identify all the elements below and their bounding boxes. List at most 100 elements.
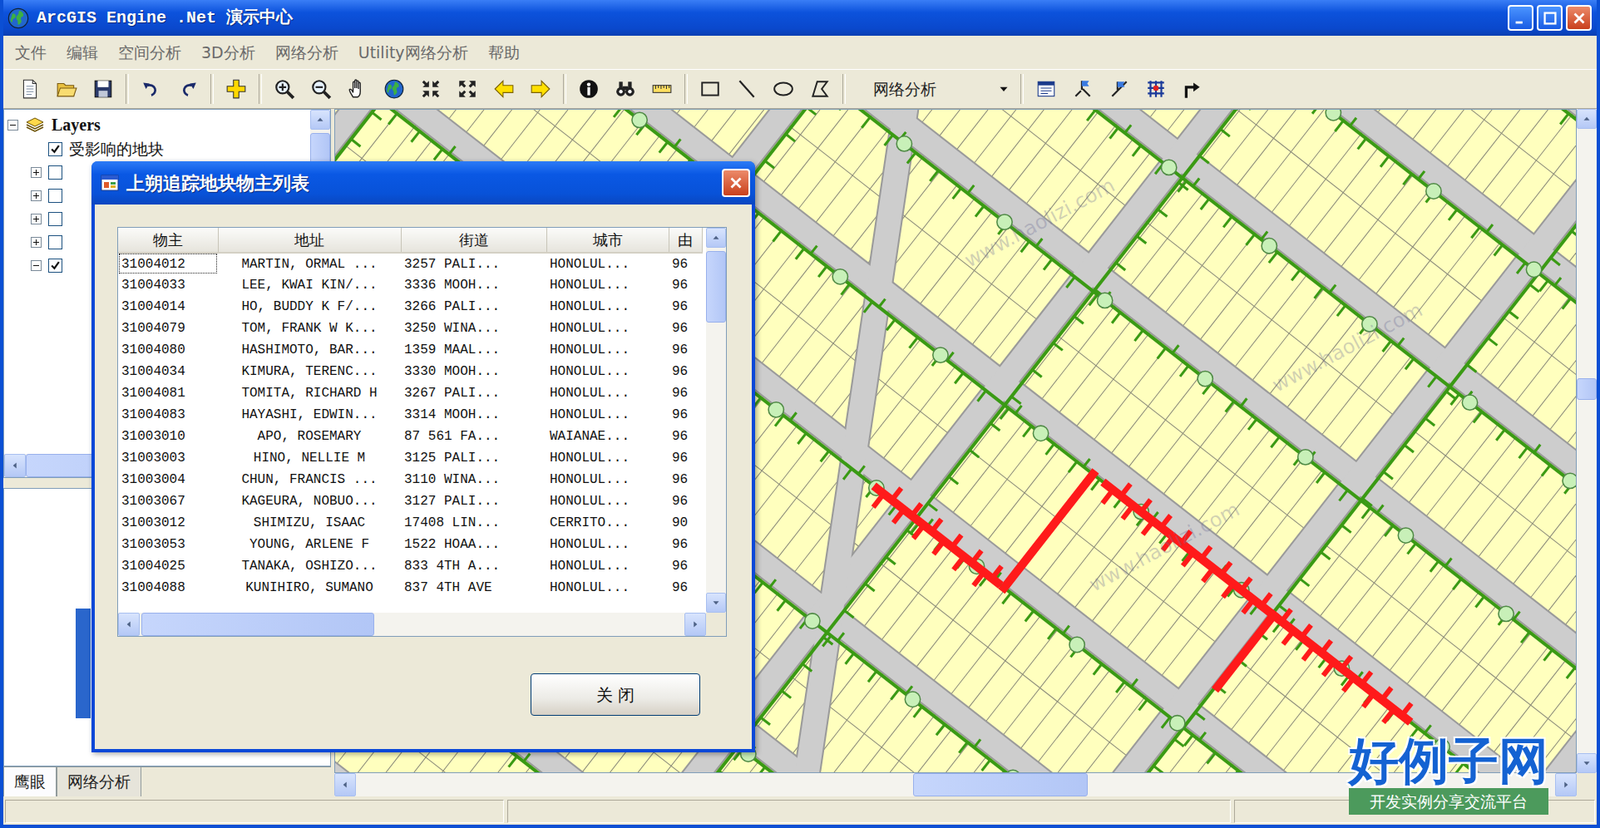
layer-checkbox[interactable] <box>48 212 63 227</box>
column-header[interactable]: 由 <box>668 227 702 253</box>
table-cell[interactable]: 90 <box>668 512 702 534</box>
table-cell[interactable]: CHUN, FRANCIS ... <box>217 469 401 491</box>
menu-item[interactable]: 网络分析 <box>265 37 349 69</box>
table-cell[interactable]: HONOLUL... <box>546 577 669 599</box>
pan-hand-button[interactable] <box>339 71 376 107</box>
scroll-thumb[interactable] <box>1576 378 1597 400</box>
table-cell[interactable]: MARTIN, ORMAL ... <box>217 252 401 275</box>
table-cell[interactable]: 96 <box>668 425 702 448</box>
table-row[interactable]: 31003012SHIMIZU, ISAAC17408 LIN...CERRIT… <box>118 512 702 534</box>
maximize-button[interactable] <box>1536 4 1563 31</box>
table-cell[interactable]: 96 <box>668 274 702 297</box>
tree-expander[interactable] <box>30 190 42 202</box>
scroll-arrow-button[interactable] <box>1576 753 1597 774</box>
tree-expander[interactable] <box>7 119 19 131</box>
dialog-title-bar[interactable]: 上朔追踪地块物主列表 <box>91 161 756 205</box>
binoculars-button[interactable] <box>607 71 644 107</box>
table-cell[interactable]: 87 561 FA... <box>400 425 547 448</box>
scroll-arrow-button[interactable] <box>706 592 726 613</box>
tree-expander[interactable] <box>30 167 42 178</box>
grid-horizontal-scrollbar[interactable] <box>118 612 707 637</box>
junction-flag-button[interactable] <box>1064 71 1102 107</box>
undo-button[interactable] <box>133 71 170 107</box>
table-cell[interactable]: 31004080 <box>118 339 218 361</box>
table-cell[interactable]: HONOLUL... <box>546 382 669 405</box>
column-header[interactable]: 物主 <box>118 227 218 253</box>
table-cell[interactable]: HASHIMOTO, BAR... <box>217 339 401 361</box>
table-cell[interactable]: HINO, NELLIE M <box>217 447 401 470</box>
table-cell[interactable]: 96 <box>668 469 702 491</box>
table-row[interactable]: 31004025TANAKA, OSHIZO...833 4TH A...HON… <box>118 555 702 578</box>
minimize-button[interactable] <box>1507 4 1534 31</box>
table-row[interactable]: 31003010APO, ROSEMARY87 561 FA...WAIANAE… <box>118 425 702 448</box>
save-button[interactable] <box>84 71 122 107</box>
trace-arrow-button[interactable] <box>1174 71 1211 107</box>
back-arrow-button[interactable] <box>485 71 523 107</box>
table-cell[interactable]: WAIANAE... <box>546 425 669 448</box>
table-row[interactable]: 31004079TOM, FRANK W K...3250 WINA...HON… <box>118 317 702 340</box>
table-cell[interactable]: 1359 MAAL... <box>400 339 547 361</box>
scroll-arrow-button[interactable] <box>706 227 726 248</box>
column-header[interactable]: 城市 <box>546 227 669 253</box>
table-cell[interactable]: 96 <box>668 296 702 318</box>
tree-expander[interactable] <box>30 213 42 225</box>
close-window-button[interactable] <box>1565 4 1592 31</box>
panel-tab[interactable]: 鹰眼 <box>3 767 57 800</box>
layer-checkbox[interactable] <box>48 188 63 203</box>
table-cell[interactable]: 96 <box>668 577 702 599</box>
column-header[interactable]: 街道 <box>400 227 547 253</box>
menu-item[interactable]: 帮助 <box>478 37 530 69</box>
table-cell[interactable]: 31003003 <box>118 447 218 470</box>
table-cell[interactable]: 3314 MOOH... <box>400 404 547 426</box>
polygon-button[interactable] <box>801 71 839 107</box>
layer-checkbox[interactable] <box>48 258 63 273</box>
table-cell[interactable]: TOM, FRANK W K... <box>217 317 401 340</box>
redo-button[interactable] <box>169 71 207 107</box>
menu-item[interactable]: 编辑 <box>56 37 109 69</box>
identify-button[interactable] <box>570 71 608 107</box>
table-cell[interactable]: 31004033 <box>118 274 218 297</box>
table-cell[interactable]: HONOLUL... <box>546 317 669 340</box>
table-row[interactable]: 31004033LEE, KWAI KIN/...3336 MOOH...HON… <box>118 274 702 297</box>
layer-checkbox[interactable] <box>48 142 63 157</box>
menu-item[interactable]: 3D分析 <box>191 37 266 69</box>
table-cell[interactable]: 96 <box>668 555 702 578</box>
table-cell[interactable]: 31004012 <box>118 252 218 275</box>
table-row[interactable]: 31004081TOMITA, RICHARD H3267 PALI...HON… <box>118 382 702 405</box>
table-cell[interactable]: 31003004 <box>118 469 218 491</box>
table-cell[interactable]: TOMITA, RICHARD H <box>217 382 401 405</box>
add-data-button[interactable] <box>217 71 255 107</box>
table-row[interactable]: 31004014HO, BUDDY K F/...3266 PALI...HON… <box>118 296 702 318</box>
table-cell[interactable]: 96 <box>668 252 702 275</box>
tree-expander[interactable] <box>30 260 42 272</box>
dialog-close-button[interactable] <box>721 168 751 198</box>
table-cell[interactable]: HONOLUL... <box>546 469 669 491</box>
table-cell[interactable]: 31004034 <box>118 360 218 383</box>
network-analysis-combo[interactable]: 网络分析 <box>849 74 1017 104</box>
table-cell[interactable]: HO, BUDDY K F/... <box>217 296 401 318</box>
table-cell[interactable]: 96 <box>668 382 702 405</box>
table-cell[interactable]: HONOLUL... <box>546 296 669 318</box>
table-cell[interactable]: 31003010 <box>118 425 218 448</box>
table-cell[interactable]: HONOLUL... <box>546 490 669 513</box>
table-cell[interactable]: CERRITO... <box>546 512 669 534</box>
fixed-zoom-in-button[interactable] <box>412 71 450 107</box>
network-grid-button[interactable] <box>1137 71 1175 107</box>
table-cell[interactable]: HAYASHI, EDWIN... <box>217 404 401 426</box>
table-row[interactable]: 31003067KAGEURA, NOBUO...3127 PALI...HON… <box>118 490 702 513</box>
table-cell[interactable]: 96 <box>668 317 702 340</box>
table-row[interactable]: 31004080HASHIMOTO, BAR...1359 MAAL...HON… <box>118 339 702 361</box>
table-cell[interactable]: 31003067 <box>118 490 218 513</box>
scroll-arrow-button[interactable] <box>334 773 356 797</box>
scroll-arrow-button[interactable] <box>4 454 26 478</box>
table-cell[interactable]: 3250 WINA... <box>400 317 547 340</box>
table-cell[interactable]: SHIMIZU, ISAAC <box>217 512 401 534</box>
table-cell[interactable]: HONOLUL... <box>546 447 669 470</box>
table-cell[interactable]: 3127 PALI... <box>400 490 547 513</box>
table-cell[interactable]: 837 4TH AVE <box>400 577 547 599</box>
grid-vertical-scrollbar[interactable] <box>706 227 726 613</box>
table-cell[interactable]: 31004014 <box>118 296 218 318</box>
table-row[interactable]: 31004034KIMURA, TERENC...3330 MOOH...HON… <box>118 360 702 383</box>
open-button[interactable] <box>48 71 85 107</box>
table-cell[interactable]: KAGEURA, NOBUO... <box>217 490 401 513</box>
